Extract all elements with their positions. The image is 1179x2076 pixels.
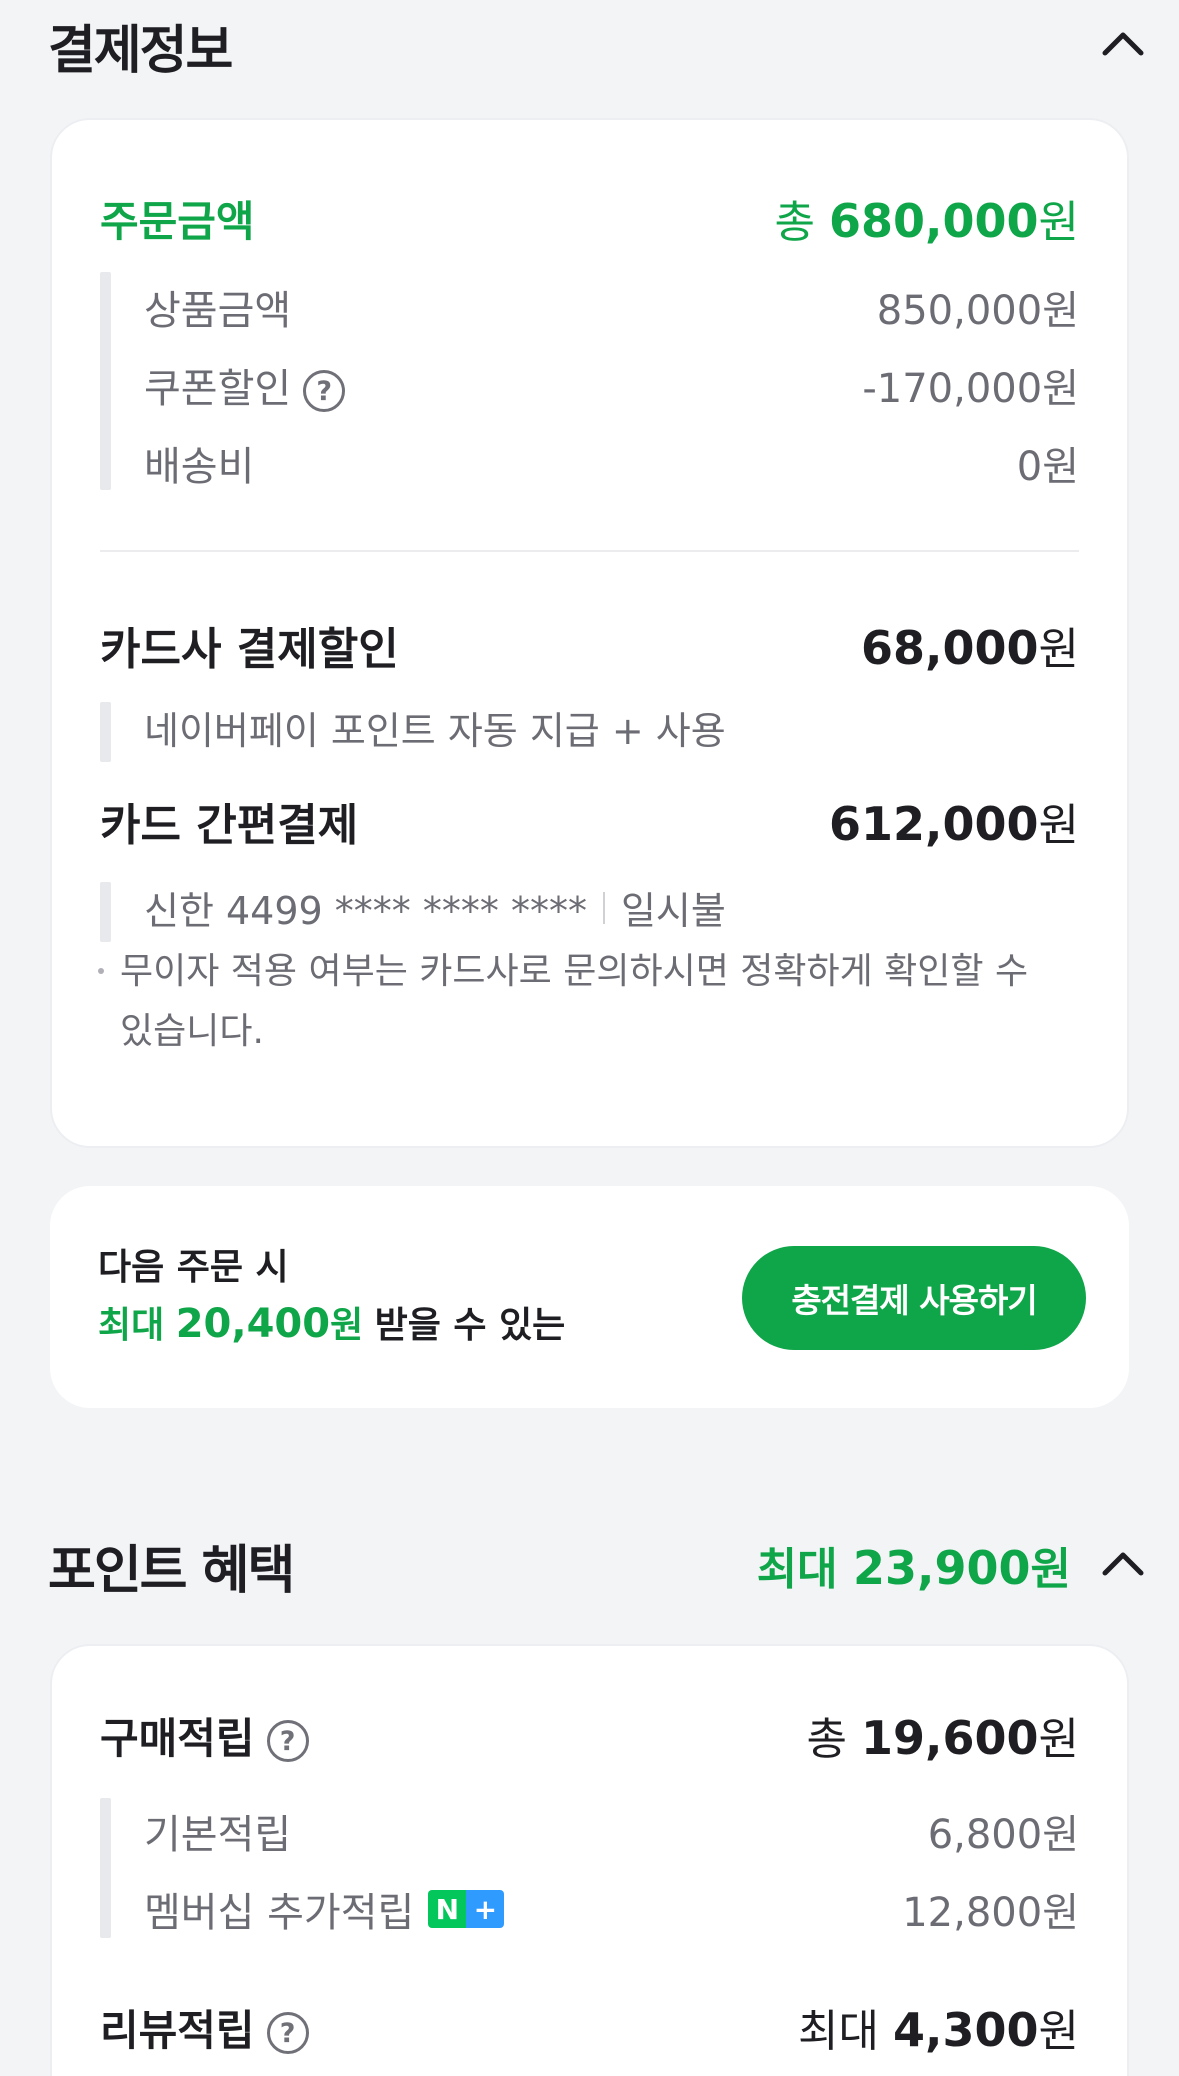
chevron-up-icon[interactable] — [1099, 21, 1147, 69]
product-amount-label: 상품금액 — [144, 288, 292, 334]
card-info: 신한 4499 **** **** **** 일시불 — [144, 880, 726, 935]
notice-line: 무이자 적용 여부는 카드사로 문의하시면 정확하게 확인할 수 — [120, 951, 1029, 992]
breakdown-bar — [100, 272, 111, 490]
card-pay-amount: 612,000원 — [829, 789, 1079, 853]
coupon-discount-value: -170,000원 — [862, 366, 1079, 412]
promo-line1: 다음 주문 시 — [98, 1247, 289, 1288]
promo-amount: 20,400 — [175, 1301, 331, 1347]
chevron-up-icon[interactable] — [1099, 1541, 1147, 1589]
points-breakdown-bar — [100, 1798, 111, 1938]
coupon-label-wrap: 쿠폰할인? — [144, 356, 346, 414]
breakdown-row: 배송비 0원 — [144, 428, 1079, 498]
bullet-dot — [98, 968, 104, 974]
points-max-prefix: 최대 — [756, 1544, 838, 1595]
order-total-value: 680,000 — [829, 194, 1039, 248]
payment-section-title: 결제정보 — [48, 20, 233, 81]
purchase-label-wrap: 구매적립? — [100, 1705, 309, 1766]
card-discount-detail: 네이버페이 포인트 자동 지급 + 사용 — [144, 709, 726, 753]
badge-n: N — [428, 1890, 467, 1928]
installment: 일시불 — [620, 889, 726, 933]
promo-unit: 원 — [330, 1305, 364, 1346]
purchase-total-value: 19,600 — [861, 1711, 1039, 1765]
membership-label-wrap: 멤버십 추가적립 N + — [144, 1880, 505, 1938]
help-circle-icon[interactable]: ? — [266, 1720, 309, 1762]
basic-points-label: 기본적립 — [144, 1812, 292, 1858]
points-max-unit: 원 — [1030, 1544, 1071, 1595]
review-value: 4,300 — [893, 2003, 1039, 2057]
card-info-bar — [100, 882, 111, 942]
review-prefix: 최대 — [798, 2006, 879, 2057]
breakdown-row: 상품금액 850,000원 — [144, 272, 1079, 342]
shipping-value: 0원 — [1016, 444, 1079, 490]
points-breakdown-row: 기본적립 6,800원 — [144, 1796, 1079, 1866]
card-pay-row: 카드 간편결제 612,000원 — [100, 786, 1079, 856]
n-plus-badge-icon: N + — [428, 1890, 505, 1928]
basic-points-value: 6,800원 — [927, 1812, 1079, 1858]
card-pay-unit: 원 — [1038, 800, 1079, 851]
promo-line2: 최대 20,400원 받을 수 있는 — [98, 1296, 565, 1348]
charge-pay-button[interactable]: 충전결제 사용하기 — [742, 1246, 1086, 1350]
notice-line: 있습니다. — [120, 1011, 264, 1052]
card-discount-unit: 원 — [1038, 624, 1079, 675]
payment-section-header[interactable]: 결제정보 — [0, 0, 1179, 90]
points-card: 구매적립? 총 19,600원 기본적립 6,800원 멤버십 추가적립 N +… — [50, 1644, 1129, 2076]
divider — [100, 550, 1079, 552]
card-discount-amount: 68,000원 — [861, 613, 1079, 677]
separator — [602, 891, 605, 924]
promo-suffix: 받을 수 있는 — [374, 1305, 566, 1346]
purchase-total-unit: 원 — [1038, 1714, 1079, 1765]
order-unit: 원 — [1038, 197, 1079, 248]
badge-plus: + — [466, 1890, 505, 1928]
points-header-right: 최대 23,900원 — [757, 1533, 1147, 1597]
points-section-title: 포인트 혜택 — [48, 1540, 295, 1601]
membership-points-label: 멤버십 추가적립 — [144, 1890, 415, 1936]
points-section-header[interactable]: 포인트 혜택 최대 23,900원 — [0, 1520, 1179, 1610]
purchase-total-prefix: 총 — [806, 1714, 847, 1765]
purchase-points-row: 구매적립? 총 19,600원 — [100, 1700, 1079, 1770]
review-points-amount: 최대 4,300원 — [798, 1995, 1079, 2059]
card-number: 신한 4499 **** **** **** — [144, 889, 587, 933]
points-max: 최대 23,900원 — [757, 1533, 1071, 1597]
points-max-value: 23,900 — [853, 1541, 1031, 1595]
payment-card: 주문금액 총 680,000원 상품금액 850,000원 쿠폰할인? -170… — [50, 118, 1129, 1148]
product-amount-value: 850,000원 — [876, 288, 1079, 334]
review-label-wrap: 리뷰적립? — [100, 1997, 309, 2058]
card-pay-value: 612,000 — [829, 797, 1039, 851]
points-breakdown-row: 멤버십 추가적립 N + 12,800원 — [144, 1874, 1079, 1944]
notice-text: 무이자 적용 여부는 카드사로 문의하시면 정확하게 확인할 수 있습니다. — [120, 942, 1080, 1062]
coupon-discount-label: 쿠폰할인 — [144, 366, 292, 412]
purchase-points-label: 구매적립 — [100, 1713, 255, 1763]
review-points-label: 리뷰적립 — [100, 2005, 255, 2055]
card-discount-row: 카드사 결제할인 68,000원 — [100, 610, 1079, 680]
card-discount-value: 68,000 — [861, 621, 1039, 675]
membership-points-value: 12,800원 — [902, 1890, 1079, 1936]
purchase-total: 총 19,600원 — [807, 1703, 1079, 1767]
review-unit: 원 — [1038, 2006, 1079, 2057]
help-circle-icon[interactable]: ? — [303, 370, 346, 412]
review-points-row: 리뷰적립? 최대 4,300원 — [100, 1992, 1079, 2062]
breakdown-row: 쿠폰할인? -170,000원 — [144, 350, 1079, 420]
order-amount-total: 총 680,000원 — [775, 186, 1079, 250]
help-circle-icon[interactable]: ? — [266, 2012, 309, 2054]
shipping-label: 배송비 — [144, 444, 255, 490]
order-amount-label: 주문금액 — [100, 196, 255, 246]
charge-promo-card: 다음 주문 시 최대 20,400원 받을 수 있는 충전결제 사용하기 — [50, 1186, 1129, 1408]
order-amount-row: 주문금액 총 680,000원 — [100, 188, 1079, 248]
detail-bar — [100, 702, 111, 762]
card-discount-label: 카드사 결제할인 — [100, 624, 399, 675]
promo-prefix: 최대 — [98, 1305, 165, 1346]
card-pay-label: 카드 간편결제 — [100, 800, 359, 851]
total-prefix: 총 — [774, 197, 815, 248]
